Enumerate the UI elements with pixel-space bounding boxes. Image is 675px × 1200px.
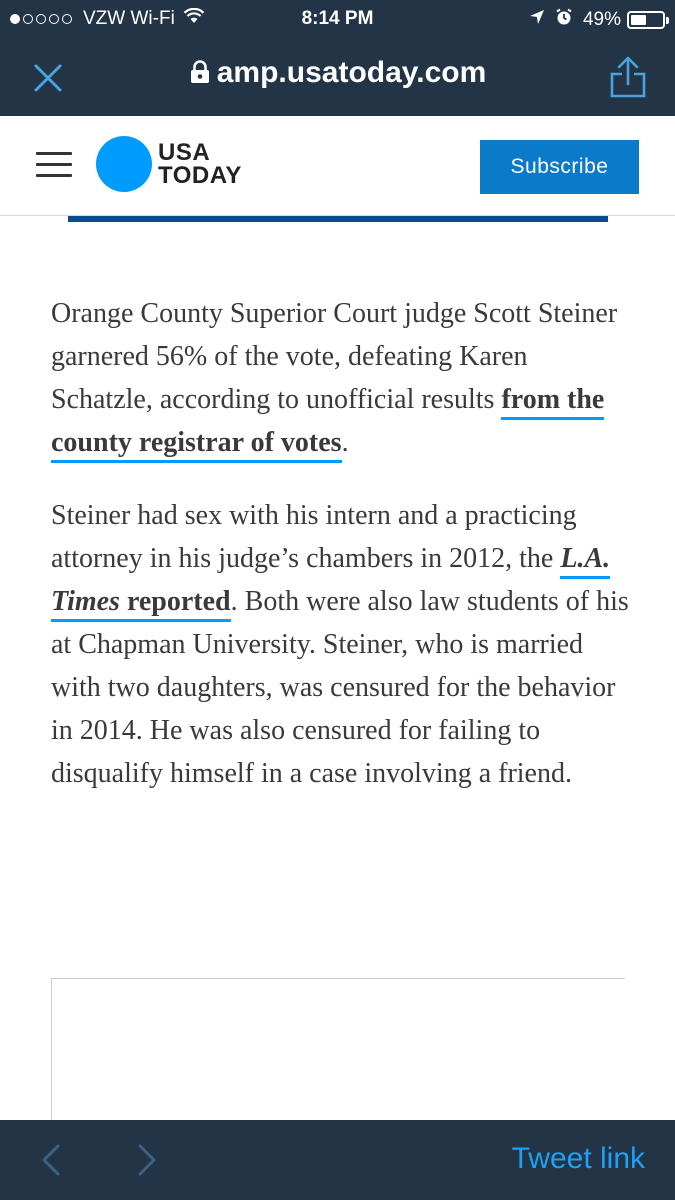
- section-divider: [68, 216, 608, 222]
- battery-fill: [631, 15, 646, 25]
- article-paragraph-2: Steiner had sex with his intern and a pr…: [51, 494, 631, 795]
- forward-chevron-icon: [138, 1144, 156, 1176]
- battery-icon: [627, 11, 669, 29]
- back-button[interactable]: [38, 1142, 64, 1178]
- alarm-clock-icon: [555, 8, 573, 32]
- url-text[interactable]: amp.usatoday.com: [217, 56, 487, 89]
- article-paragraph-1: Orange County Superior Court judge Scott…: [51, 292, 631, 464]
- subscribe-button[interactable]: Subscribe: [480, 140, 639, 194]
- status-right: 49%: [529, 8, 669, 32]
- logo-text: USA TODAY: [158, 139, 242, 189]
- location-arrow-icon: [529, 9, 545, 31]
- close-button[interactable]: [28, 58, 68, 98]
- logo-line-2: TODAY: [158, 162, 242, 189]
- battery-percent: 49%: [582, 9, 621, 30]
- url-wrap: amp.usatoday.com: [0, 56, 675, 92]
- usa-today-logo[interactable]: USA TODAY: [96, 136, 242, 192]
- share-button[interactable]: [606, 54, 650, 100]
- url-bar: amp.usatoday.com: [0, 40, 675, 116]
- hamburger-menu-icon[interactable]: [36, 152, 72, 180]
- la-times-link-rest: reported: [119, 586, 231, 617]
- status-bar: VZW Wi-Fi 8:14 PM 49%: [0, 0, 675, 38]
- close-icon: [34, 64, 62, 92]
- back-chevron-icon: [42, 1144, 60, 1176]
- p2-text: Steiner had sex with his intern and a pr…: [51, 500, 577, 574]
- site-header: USA TODAY Subscribe: [0, 116, 675, 216]
- forward-button[interactable]: [134, 1142, 160, 1178]
- tweet-link-button[interactable]: Tweet link: [512, 1142, 645, 1176]
- browser-chrome: VZW Wi-Fi 8:14 PM 49% amp.usatoday.com: [0, 0, 675, 116]
- logo-dot: [96, 136, 152, 192]
- article-body: Orange County Superior Court judge Scott…: [51, 292, 631, 825]
- logo-line-1: USA: [158, 139, 211, 166]
- lock-icon: [189, 58, 211, 92]
- bottom-toolbar: Tweet link: [0, 1120, 675, 1200]
- share-icon: [610, 56, 646, 98]
- embedded-content-frame: [51, 978, 625, 1138]
- p1-end: .: [341, 427, 349, 458]
